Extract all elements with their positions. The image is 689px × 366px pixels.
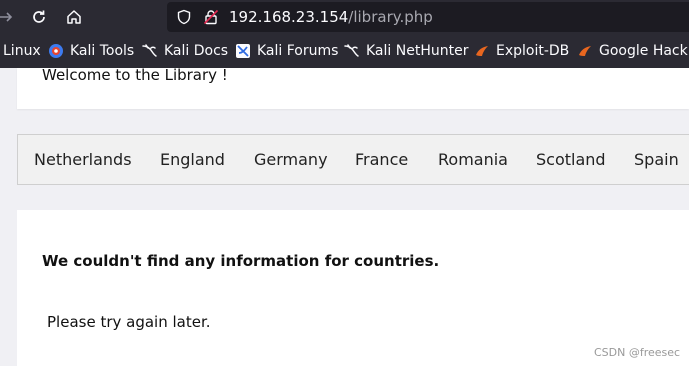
bookmark-kali-tools[interactable]: Kali Tools <box>48 34 134 68</box>
bookmark-label: Kali NetHunter <box>366 43 469 59</box>
forward-arrow-icon <box>0 12 13 22</box>
kali-dragon-icon <box>142 44 157 57</box>
kali-forums-icon <box>236 44 250 58</box>
exploit-db-icon <box>476 46 488 56</box>
url-path: /library.php <box>348 8 433 26</box>
country-link-spain[interactable]: Spain <box>634 150 679 169</box>
welcome-message: Welcome to the Library ! <box>42 66 228 84</box>
forward-button[interactable] <box>0 3 20 31</box>
bookmark-google-hacking[interactable]: Google Hackin <box>577 34 689 68</box>
message-card: We couldn't find any information for cou… <box>17 210 689 366</box>
country-link-romania[interactable]: Romania <box>438 150 508 169</box>
country-link-scotland[interactable]: Scotland <box>536 150 606 169</box>
reload-icon <box>33 10 45 23</box>
bookmark-kali-docs[interactable]: Kali Docs <box>142 34 228 68</box>
url-host: 192.168.23.154 <box>229 8 349 26</box>
bookmarks-bar: Linux Kali Tools Kali Docs Kali Forums K… <box>0 34 689 68</box>
country-link-france[interactable]: France <box>355 150 408 169</box>
country-link-england[interactable]: England <box>160 150 225 169</box>
insecure-lock-icon[interactable] <box>202 8 220 26</box>
country-link-netherlands[interactable]: Netherlands <box>34 150 132 169</box>
bookmark-label: Kali Docs <box>164 43 229 59</box>
bookmark-label: Linux <box>3 43 41 59</box>
address-bar[interactable]: 192.168.23.154/library.php <box>167 2 689 32</box>
reload-button[interactable] <box>25 3 53 31</box>
kali-tools-icon <box>49 44 63 58</box>
country-link-germany[interactable]: Germany <box>254 150 328 169</box>
browser-toolbar: 192.168.23.154/library.php <box>0 0 689 34</box>
welcome-card: Welcome to the Library ! <box>17 66 689 109</box>
url-text[interactable]: 192.168.23.154/library.php <box>229 8 433 26</box>
error-body: Please try again later. <box>47 313 211 331</box>
bookmark-kali-nethunter[interactable]: Kali NetHunter <box>344 34 468 68</box>
bookmark-label: Kali Tools <box>70 43 135 59</box>
exploit-db-icon <box>579 46 591 56</box>
countries-nav: Netherlands England Germany France Roman… <box>17 134 689 185</box>
home-icon <box>67 10 81 24</box>
error-heading: We couldn't find any information for cou… <box>42 252 440 270</box>
home-button[interactable] <box>60 3 88 31</box>
page-content: Welcome to the Library ! Netherlands Eng… <box>0 66 689 366</box>
bookmark-linux[interactable]: Linux <box>3 34 41 68</box>
bookmark-exploit-db[interactable]: Exploit-DB <box>474 34 569 68</box>
watermark: CSDN @freesec <box>594 346 681 359</box>
kali-dragon-icon <box>344 44 359 57</box>
bookmark-label: Google Hackin <box>599 43 689 59</box>
shield-icon[interactable] <box>175 8 193 26</box>
bookmark-label: Kali Forums <box>257 43 339 59</box>
bookmark-kali-forums[interactable]: Kali Forums <box>235 34 338 68</box>
bookmark-label: Exploit-DB <box>496 43 570 59</box>
